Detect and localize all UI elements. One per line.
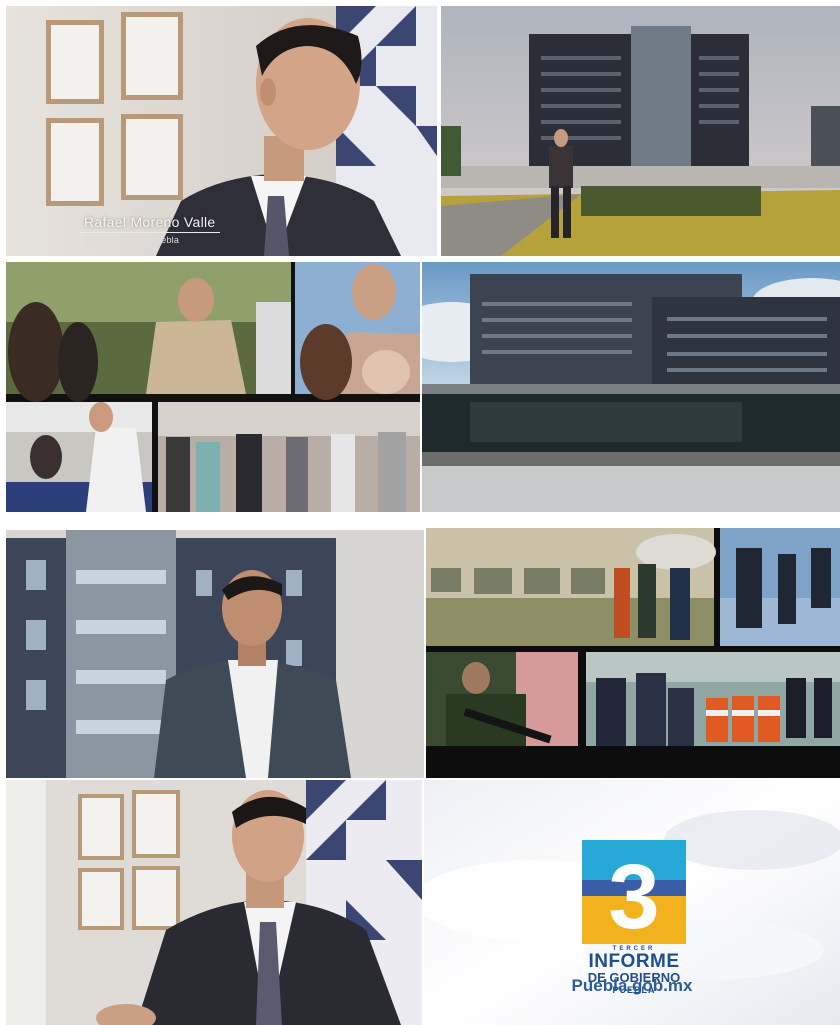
video-frame-crowd-collage: [6, 262, 420, 512]
lower-third-divider: [80, 232, 220, 233]
video-frame-interview-closeup: [6, 780, 422, 1025]
building-reflection-scene: [422, 262, 840, 512]
video-frame-building-walk: [441, 6, 840, 256]
lower-third-role: Gobernador de Puebla: [84, 235, 180, 245]
number-three-emblem: 3: [582, 840, 686, 944]
video-frame-building-pond: [422, 262, 840, 512]
informe-logo: 3 TERCER INFORME DE GOBIERNO PUEBLA: [574, 840, 694, 996]
office-closeup-scene: [6, 780, 422, 1025]
svg-text:3: 3: [608, 846, 659, 944]
video-frame-building-portrait: [6, 530, 424, 778]
building-portrait-scene: [6, 530, 424, 778]
logo-informe-text: INFORME: [588, 951, 680, 972]
building-lawn-scene: [441, 6, 840, 256]
video-frame-security-collage: [426, 528, 840, 778]
lower-third-name: Rafael Moreno Valle: [84, 214, 216, 230]
office-interview-scene: [6, 6, 437, 256]
video-frame-endcard: 3 TERCER INFORME DE GOBIERNO PUEBLA Pueb…: [424, 780, 840, 1025]
crowd-collage-scene: [6, 262, 420, 512]
website-url: Puebla.gob.mx: [571, 976, 693, 995]
security-collage-scene: [426, 528, 840, 746]
video-frame-interview-office: Rafael Moreno Valle Gobernador de Puebla: [6, 6, 437, 256]
